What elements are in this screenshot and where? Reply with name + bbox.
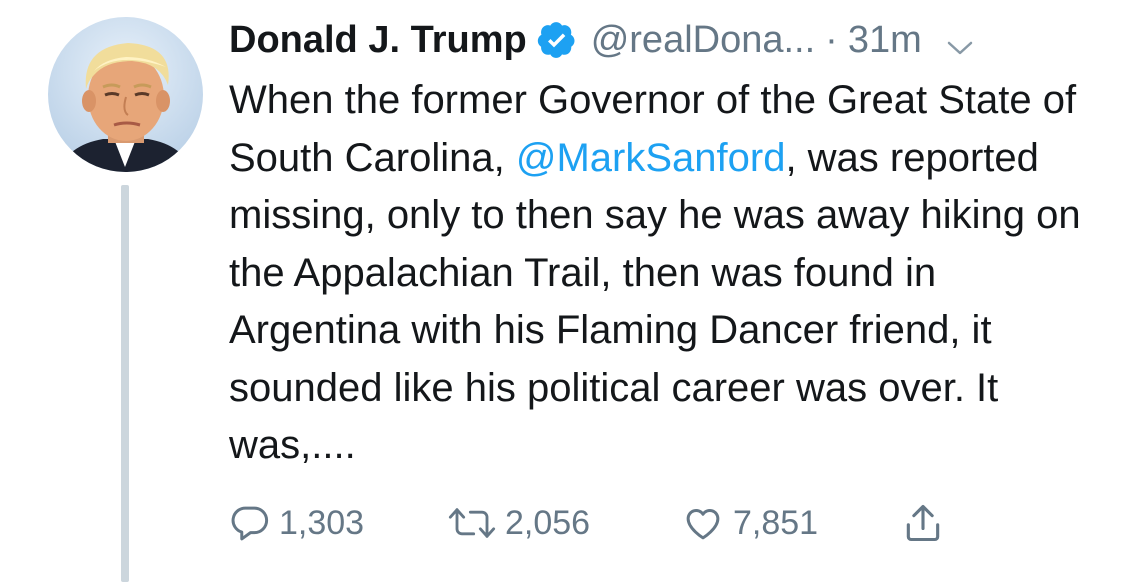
avatar[interactable] bbox=[48, 17, 203, 172]
reply-button[interactable]: 1,303 bbox=[229, 498, 364, 548]
tweet-header: Donald J. Trump @realDona... · 31m bbox=[229, 12, 976, 68]
header-separator: · bbox=[825, 19, 838, 61]
like-count: 7,851 bbox=[733, 503, 819, 542]
retweet-icon bbox=[447, 502, 497, 544]
avatar-image bbox=[48, 17, 203, 172]
tweet-text: When the former Governor of the Great St… bbox=[229, 72, 1109, 475]
thread-line bbox=[121, 185, 129, 582]
verified-badge-icon bbox=[537, 20, 577, 60]
tweet-actions: 1,303 2,056 7,851 bbox=[229, 498, 989, 548]
share-button[interactable] bbox=[901, 498, 945, 548]
reply-count: 1,303 bbox=[279, 503, 365, 542]
mention-link[interactable]: @MarkSanford bbox=[516, 136, 786, 180]
timestamp[interactable]: 31m bbox=[848, 12, 922, 68]
tweet-text-after-mention: , was reported missing, only to then say… bbox=[229, 135, 1092, 468]
heart-icon bbox=[681, 502, 725, 544]
retweet-button[interactable]: 2,056 bbox=[447, 498, 590, 548]
chevron-down-icon[interactable] bbox=[944, 24, 976, 56]
user-handle[interactable]: @realDona... bbox=[591, 12, 815, 68]
share-icon bbox=[901, 501, 945, 545]
like-button[interactable]: 7,851 bbox=[681, 498, 818, 548]
retweet-count: 2,056 bbox=[505, 503, 591, 542]
reply-icon bbox=[229, 502, 271, 544]
display-name[interactable]: Donald J. Trump bbox=[229, 12, 527, 68]
